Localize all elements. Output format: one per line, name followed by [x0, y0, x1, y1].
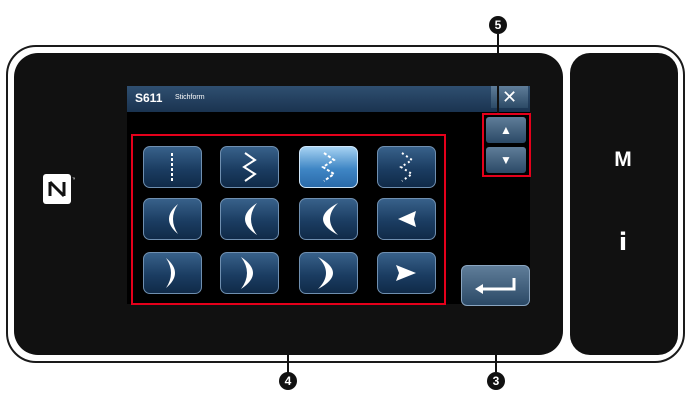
pattern-grid-highlight — [131, 134, 446, 305]
info-button[interactable]: i — [603, 228, 643, 256]
callout-line-enter — [495, 306, 497, 372]
nfc-icon: ™ — [43, 174, 75, 204]
callout-enter: 3 — [487, 372, 505, 390]
mode-button[interactable]: M — [603, 148, 643, 172]
callout-scroll: 5 — [489, 16, 507, 34]
screen-code: S611 — [135, 91, 163, 105]
side-key-panel — [570, 53, 678, 355]
scroll-buttons-highlight — [482, 113, 531, 177]
callout-grid: 4 — [279, 372, 297, 390]
enter-icon — [475, 278, 516, 294]
callout-line-scroll — [497, 34, 499, 113]
svg-text:™: ™ — [72, 177, 75, 183]
callout-line-grid — [287, 305, 289, 374]
screen-title: Stichform — [175, 94, 205, 101]
enter-button[interactable] — [461, 265, 530, 306]
